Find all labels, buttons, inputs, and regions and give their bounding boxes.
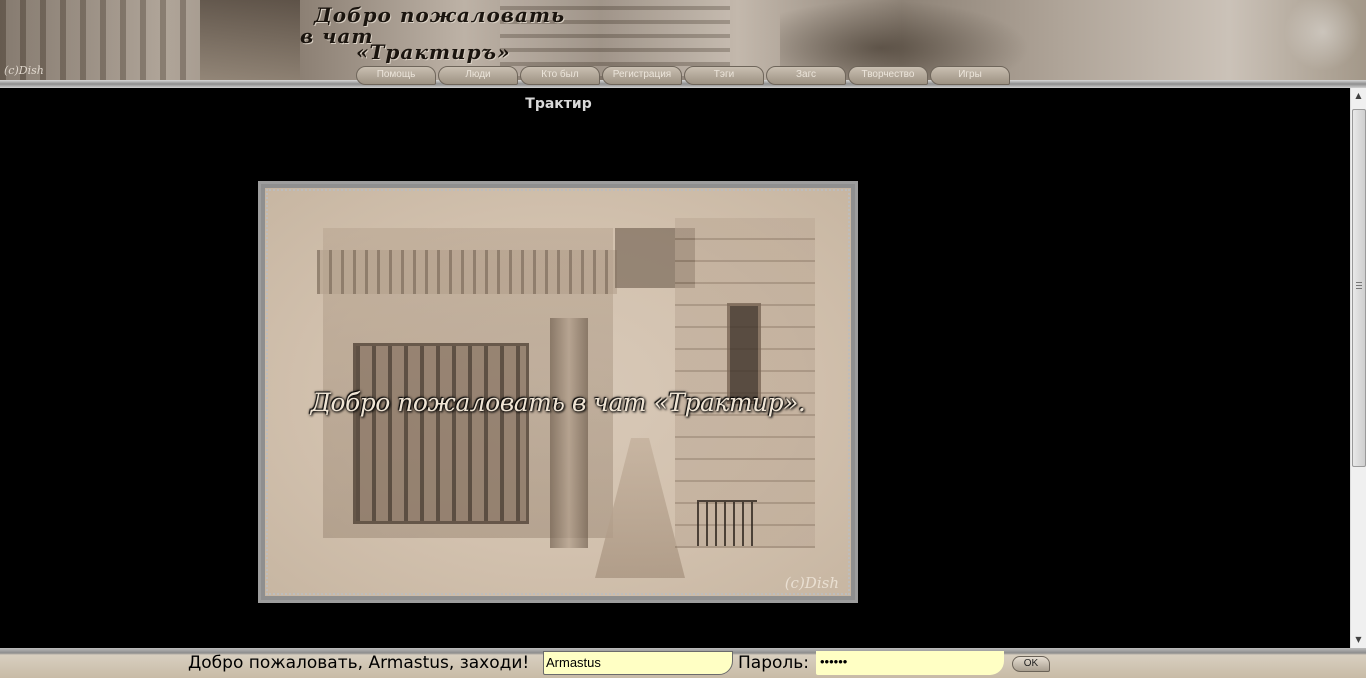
sketch-cornice bbox=[317, 250, 617, 294]
banner-title-line-3: «Трактиръ» bbox=[356, 40, 511, 64]
scroll-down-arrow-icon[interactable]: ▼ bbox=[1351, 632, 1366, 648]
scroll-thumb[interactable] bbox=[1352, 109, 1366, 467]
tab-creativity[interactable]: Творчество bbox=[848, 66, 928, 85]
image-copyright: (c)Dish bbox=[784, 574, 839, 592]
grip-icon bbox=[1356, 282, 1362, 290]
tab-games[interactable]: Игры bbox=[930, 66, 1010, 85]
welcome-message: Добро пожаловать, Armastus, заходи! bbox=[188, 653, 530, 673]
banner-image-ornament bbox=[1280, 0, 1366, 80]
tab-help[interactable]: Помощь bbox=[356, 66, 436, 85]
scroll-up-arrow-icon[interactable]: ▲ bbox=[1351, 88, 1366, 104]
chat-main-area: Трактир Добро пожаловать в чат «Трактир»… bbox=[0, 88, 1350, 648]
tab-people[interactable]: Люди bbox=[438, 66, 518, 85]
welcome-image-frame: Добро пожаловать в чат «Трактир». (c)Dis… bbox=[258, 181, 858, 603]
banner-image-house bbox=[200, 0, 300, 80]
tab-registration[interactable]: Регистрация bbox=[602, 66, 682, 85]
header-banner: Добро пожаловать в чат «Трактиръ» (c)Dis… bbox=[0, 0, 1366, 88]
login-input[interactable]: Armastus bbox=[543, 651, 733, 675]
tab-who-was-here[interactable]: Кто был bbox=[520, 66, 600, 85]
ok-button[interactable]: OK bbox=[1012, 656, 1050, 672]
banner-border bbox=[0, 80, 1366, 88]
room-title: Трактир bbox=[525, 96, 592, 112]
password-label: Пароль: bbox=[738, 653, 810, 673]
password-input[interactable]: •••••• bbox=[816, 651, 1004, 675]
login-bar: Добро пожаловать, Armastus, заходи! Arma… bbox=[0, 648, 1366, 678]
welcome-image: Добро пожаловать в чат «Трактир». (c)Dis… bbox=[265, 188, 851, 596]
tab-registry[interactable]: Загс bbox=[766, 66, 846, 85]
sketch-gate bbox=[353, 343, 529, 524]
sketch-column bbox=[550, 318, 588, 548]
tab-tags[interactable]: Тэги bbox=[684, 66, 764, 85]
vertical-scrollbar[interactable]: ▲ ▼ bbox=[1350, 88, 1366, 648]
welcome-caption: Добро пожаловать в чат «Трактир». bbox=[310, 388, 806, 417]
sketch-railing bbox=[697, 500, 757, 546]
banner-copyright: (c)Dish bbox=[4, 64, 44, 77]
